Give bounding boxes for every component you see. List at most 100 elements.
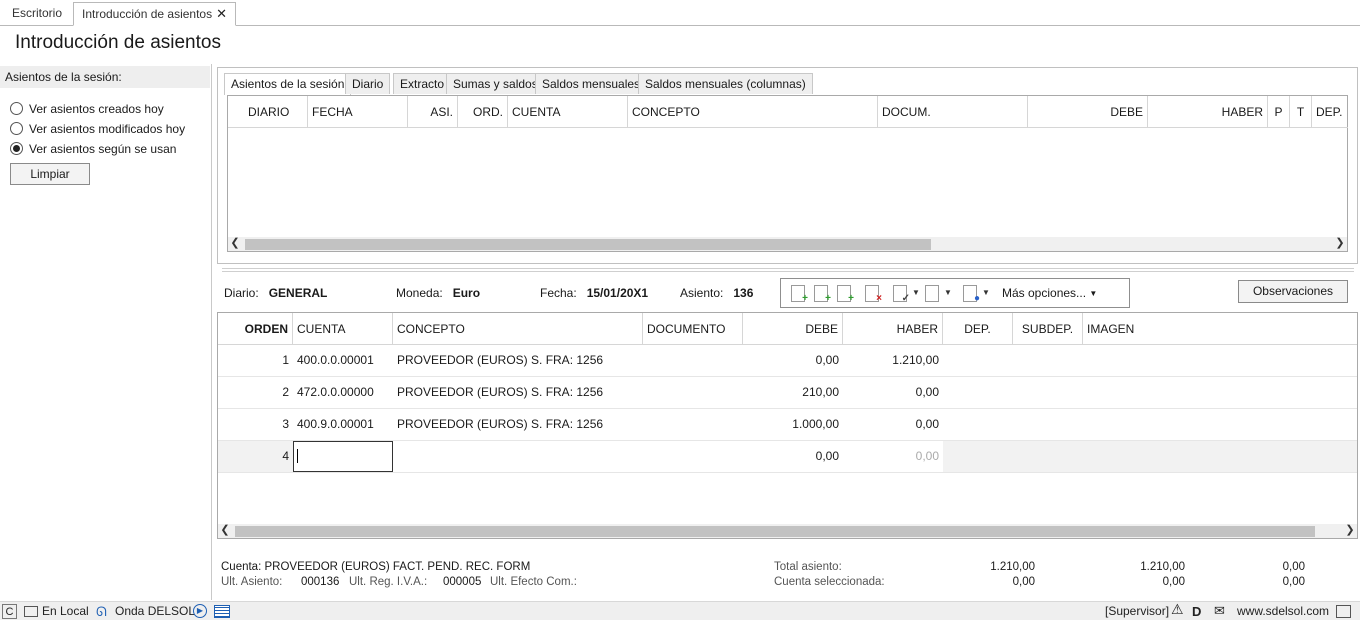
table-row[interactable]: 1 400.0.0.00001 PROVEEDOR (EUROS) S. FRA… bbox=[218, 345, 1357, 377]
column-header[interactable]: T bbox=[1290, 96, 1312, 128]
cell-haber[interactable]: 0,00 bbox=[843, 409, 939, 440]
column-header[interactable]: P bbox=[1268, 96, 1290, 128]
mail-icon[interactable]: ✉ bbox=[1214, 603, 1225, 618]
website-link[interactable]: www.sdelsol.com bbox=[1237, 604, 1329, 619]
cell-cuenta[interactable]: 400.9.0.00001 bbox=[297, 409, 393, 440]
tab-session-entries[interactable]: Asientos de la sesión bbox=[224, 73, 352, 95]
column-header[interactable]: HABER bbox=[1148, 96, 1268, 128]
cell-haber[interactable]: 0,00 bbox=[843, 441, 943, 472]
horizontal-scrollbar[interactable]: ❮ ❯ bbox=[218, 524, 1357, 538]
cell-debe[interactable]: 210,00 bbox=[743, 377, 839, 408]
account-description: Cuenta: PROVEEDOR (EUROS) FACT. PEND. RE… bbox=[221, 561, 531, 573]
tab-diario[interactable]: Diario bbox=[345, 73, 391, 94]
column-header[interactable]: ASI. bbox=[408, 96, 458, 128]
chevron-down-icon[interactable]: ▼ bbox=[944, 288, 952, 297]
cuenta-edit-input[interactable] bbox=[293, 441, 393, 472]
scrollbar-thumb[interactable] bbox=[235, 526, 1315, 537]
session-entries-grid: DIARIO FECHA ASI. ORD. CUENTA CONCEPTO D… bbox=[227, 95, 1348, 252]
tab-saldos-mensuales[interactable]: Saldos mensuales bbox=[535, 73, 648, 94]
column-header[interactable]: DEBE bbox=[743, 313, 843, 345]
column-header[interactable]: ORDEN bbox=[218, 313, 293, 345]
cell-cuenta[interactable]: 472.0.0.00000 bbox=[297, 377, 393, 408]
warning-icon[interactable]: ⚠ bbox=[1171, 602, 1184, 617]
option-as-used[interactable]: Ver asientos según se usan bbox=[10, 141, 176, 157]
cell-debe[interactable]: 0,00 bbox=[743, 441, 843, 472]
status-bar: C En Local ᘏ Onda DELSOL ▶ [Supervisor] … bbox=[0, 601, 1360, 620]
column-header[interactable]: HABER bbox=[843, 313, 943, 345]
option-created-today[interactable]: Ver asientos creados hoy bbox=[10, 101, 164, 117]
panel-splitter[interactable] bbox=[222, 268, 1354, 272]
play-icon[interactable]: ▶ bbox=[193, 604, 207, 618]
column-header[interactable]: DOCUMENTO bbox=[643, 313, 743, 345]
radio-icon[interactable] bbox=[10, 102, 23, 115]
column-header[interactable]: DIARIO bbox=[228, 96, 308, 128]
column-header[interactable]: CONCEPTO bbox=[393, 313, 643, 345]
tab-introduccion-asientos[interactable]: Introducción de asientos ✕ bbox=[73, 2, 236, 26]
fecha-info: Fecha: 15/01/20X1 bbox=[540, 286, 648, 300]
asiento-info: Asiento: 136 bbox=[680, 286, 753, 300]
d-icon[interactable]: D bbox=[1192, 604, 1201, 619]
scroll-right-icon[interactable]: ❯ bbox=[1343, 524, 1357, 538]
cell-debe[interactable]: 1.000,00 bbox=[743, 409, 839, 440]
c-icon[interactable]: C bbox=[2, 604, 17, 619]
ult-reg-iva-label: Ult. Reg. I.V.A.: bbox=[349, 576, 428, 588]
total-debe: 1.210,00 bbox=[990, 561, 1035, 573]
column-header[interactable]: CONCEPTO bbox=[628, 96, 878, 128]
more-options-button[interactable]: Más opciones... ▼ bbox=[1002, 286, 1097, 300]
scroll-left-icon[interactable]: ❮ bbox=[228, 237, 242, 251]
add-line-icon[interactable]: + bbox=[837, 285, 854, 304]
diario-info: Diario: GENERAL bbox=[224, 286, 327, 300]
scroll-right-icon[interactable]: ❯ bbox=[1333, 237, 1347, 251]
column-header[interactable]: IMAGEN bbox=[1083, 313, 1357, 345]
new-line-icon[interactable]: + bbox=[791, 285, 808, 304]
table-row-editing[interactable]: 4 0,00 0,00 bbox=[218, 441, 1357, 473]
chevron-down-icon[interactable]: ▼ bbox=[912, 288, 920, 297]
copy-icon[interactable] bbox=[925, 285, 939, 302]
option-label: Ver asientos modificados hoy bbox=[29, 122, 186, 136]
cell-concepto[interactable]: PROVEEDOR (EUROS) S. FRA: 1256 bbox=[397, 345, 643, 376]
cell-orden: 4 bbox=[282, 449, 289, 463]
table-row[interactable]: 2 472.0.0.00000 PROVEEDOR (EUROS) S. FRA… bbox=[218, 377, 1357, 409]
tab-extracto[interactable]: Extracto bbox=[393, 73, 452, 94]
observaciones-button[interactable]: Observaciones bbox=[1238, 280, 1348, 303]
radio-icon[interactable] bbox=[10, 122, 23, 135]
tab-sumas-saldos[interactable]: Sumas y saldos bbox=[446, 73, 545, 94]
column-header[interactable]: CUENTA bbox=[508, 96, 628, 128]
column-header[interactable]: CUENTA bbox=[293, 313, 393, 345]
clear-button[interactable]: Limpiar bbox=[10, 163, 90, 185]
column-header[interactable]: ORD. bbox=[458, 96, 508, 128]
check-list-icon[interactable]: ✓ bbox=[893, 285, 910, 304]
session-panel-header: Asientos de la sesión: bbox=[0, 66, 210, 88]
column-header[interactable]: SUBDEP. bbox=[1013, 313, 1083, 345]
cell-haber[interactable]: 0,00 bbox=[843, 377, 939, 408]
chevron-down-icon[interactable]: ▼ bbox=[982, 288, 990, 297]
cell-concepto[interactable]: PROVEEDOR (EUROS) S. FRA: 1256 bbox=[397, 377, 643, 408]
scrollbar-thumb[interactable] bbox=[245, 239, 931, 250]
monitor-icon bbox=[24, 606, 38, 617]
column-header[interactable]: DEP. bbox=[943, 313, 1013, 345]
cell-concepto[interactable]: PROVEEDOR (EUROS) S. FRA: 1256 bbox=[397, 409, 643, 440]
close-icon[interactable]: ✕ bbox=[216, 6, 227, 21]
window-icon[interactable] bbox=[1336, 605, 1351, 618]
onda-label[interactable]: Onda DELSOL bbox=[115, 604, 195, 619]
delete-line-icon[interactable]: × bbox=[865, 285, 882, 304]
cell-haber[interactable]: 1.210,00 bbox=[843, 345, 939, 376]
column-header[interactable]: FECHA bbox=[308, 96, 408, 128]
table-row[interactable]: 3 400.9.0.00001 PROVEEDOR (EUROS) S. FRA… bbox=[218, 409, 1357, 441]
scroll-left-icon[interactable]: ❮ bbox=[218, 524, 232, 538]
column-header[interactable]: DEP. bbox=[1312, 96, 1348, 128]
tab-escritorio[interactable]: Escritorio bbox=[4, 2, 70, 26]
option-modified-today[interactable]: Ver asientos modificados hoy bbox=[10, 121, 185, 137]
horizontal-scrollbar[interactable]: ❮ ❯ bbox=[228, 237, 1347, 251]
view-icon[interactable]: ● bbox=[963, 285, 980, 304]
cell-cuenta[interactable]: 400.0.0.00001 bbox=[297, 345, 393, 376]
radio-selected-icon[interactable] bbox=[10, 142, 23, 155]
cell-concepto[interactable] bbox=[393, 441, 743, 472]
tab-saldos-mensuales-columnas[interactable]: Saldos mensuales (columnas) bbox=[638, 73, 813, 94]
column-header[interactable]: DEBE bbox=[1028, 96, 1148, 128]
cuenta-seleccionada-label: Cuenta seleccionada: bbox=[774, 576, 885, 588]
insert-line-icon[interactable]: + bbox=[814, 285, 831, 304]
calculator-icon[interactable] bbox=[214, 605, 230, 618]
cell-debe[interactable]: 0,00 bbox=[743, 345, 839, 376]
column-header[interactable]: DOCUM. bbox=[878, 96, 1028, 128]
